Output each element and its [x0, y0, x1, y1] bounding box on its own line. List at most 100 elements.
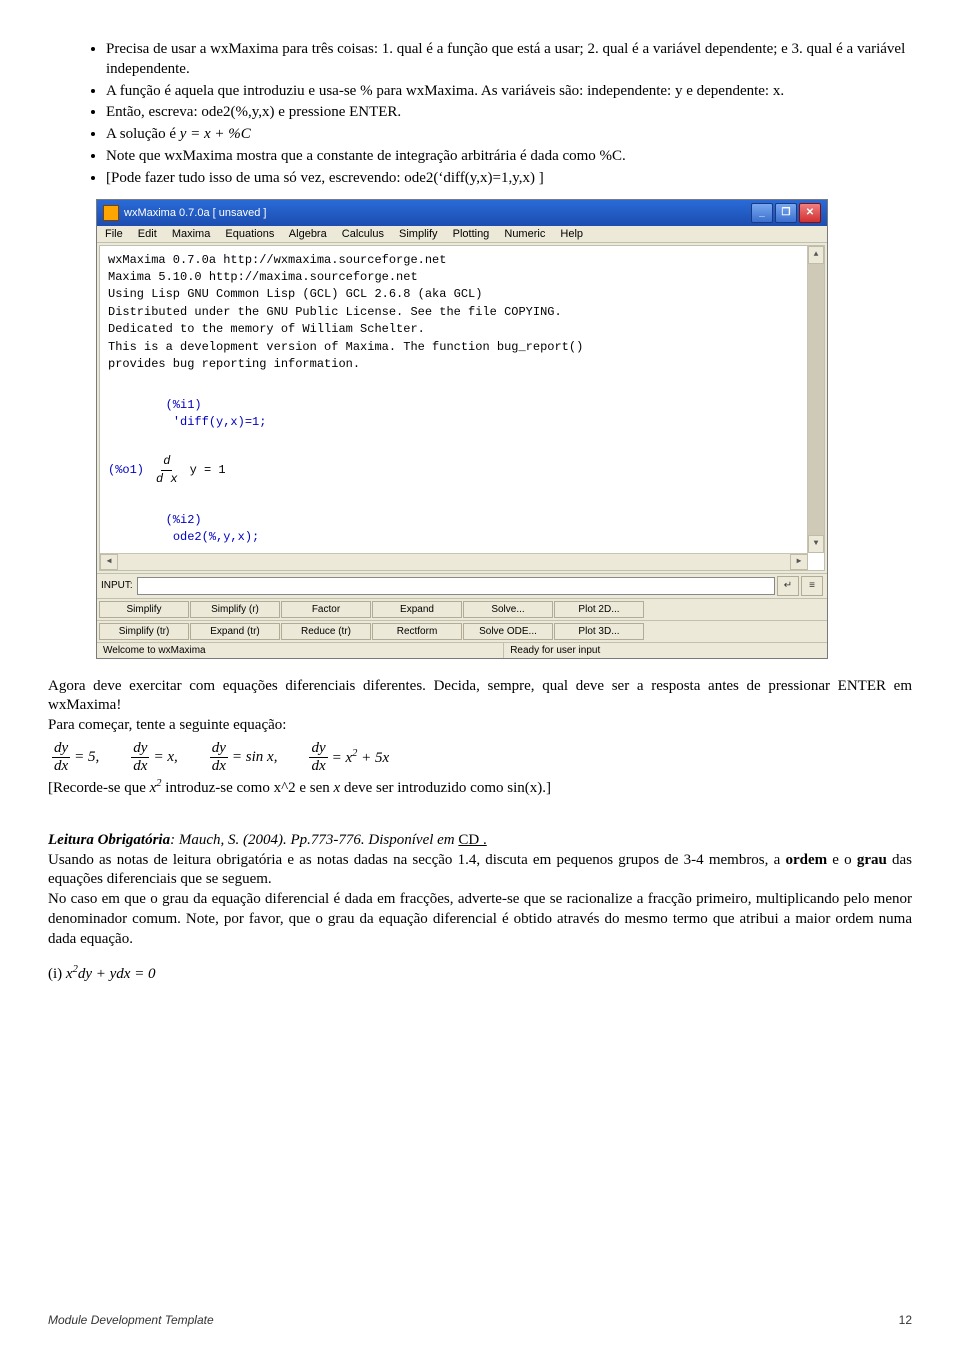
- exercise-i: (i) x2dy + ydx = 0: [48, 964, 912, 983]
- frac-den: dx: [131, 758, 149, 775]
- output-line: Using Lisp GNU Common Lisp (GCL) GCL 2.6…: [108, 286, 816, 303]
- bullet-item: Note que wxMaxima mostra que a constante…: [106, 147, 912, 167]
- text: Agora deve exercitar com equações difere…: [48, 678, 912, 714]
- menu-help[interactable]: Help: [560, 228, 583, 240]
- input-expr: ode2(%,y,x);: [173, 530, 259, 544]
- fraction: d d x: [154, 453, 180, 489]
- frac-num: dy: [309, 740, 327, 758]
- menu-numeric[interactable]: Numeric: [504, 228, 545, 240]
- menu-equations[interactable]: Equations: [225, 228, 274, 240]
- paragraph: [Recorde-se que x2 introduz-se como x^2 …: [48, 777, 912, 799]
- factor-button[interactable]: Factor: [281, 601, 371, 618]
- eq-text: = 5,: [74, 749, 99, 766]
- cd-link: CD .: [458, 832, 486, 848]
- bold-ordem: ordem: [785, 852, 827, 868]
- footer-left: Module Development Template: [48, 1313, 214, 1327]
- prompt-label: (%i2): [166, 513, 202, 527]
- solve-ode-button[interactable]: Solve ODE...: [463, 623, 553, 640]
- menu-algebra[interactable]: Algebra: [289, 228, 327, 240]
- menu-file[interactable]: File: [105, 228, 123, 240]
- status-right: Ready for user input: [504, 643, 827, 658]
- equation-1: dydx = 5,: [52, 740, 99, 775]
- window-title: wxMaxima 0.7.0a [ unsaved ]: [124, 207, 266, 219]
- frac-num: dy: [52, 740, 70, 758]
- text: Para começar, tente a seguinte equação:: [48, 717, 286, 733]
- output-line: provides bug reporting information.: [108, 356, 816, 373]
- bullet-item: [Pode fazer tudo isso de uma só vez, esc…: [106, 169, 912, 189]
- reduce-tr-button[interactable]: Reduce (tr): [281, 623, 371, 640]
- bullet-list: Precisa de usar a wxMaxima para três coi…: [48, 40, 912, 189]
- output-line: This is a development version of Maxima.…: [108, 339, 816, 356]
- output-line: Maxima 5.10.0 http://maxima.sourceforge.…: [108, 269, 816, 286]
- output-line: Dedicated to the memory of William Schel…: [108, 321, 816, 338]
- input-expr: [166, 415, 173, 429]
- frac-num: dy: [210, 740, 228, 758]
- eq-text: = sin x,: [232, 749, 278, 766]
- scroll-up-icon[interactable]: ▲: [808, 246, 824, 264]
- bullet-text: A função é aquela que introduziu e usa-s…: [106, 83, 784, 99]
- scroll-down-icon[interactable]: ▼: [808, 535, 824, 553]
- close-button[interactable]: ✕: [799, 203, 821, 223]
- expand-button[interactable]: Expand: [372, 601, 462, 618]
- minimize-button[interactable]: _: [751, 203, 773, 223]
- input-row: INPUT: ↵ ≡: [97, 573, 827, 598]
- enter-icon[interactable]: ↵: [777, 576, 799, 596]
- page-footer: Module Development Template 12: [48, 1313, 912, 1327]
- scroll-left-icon[interactable]: ◀: [100, 554, 118, 570]
- history-icon[interactable]: ≡: [801, 576, 823, 596]
- fraction-den: d x: [154, 471, 180, 488]
- leitura-label: Leitura Obrigatória: [48, 832, 170, 848]
- output-pane[interactable]: wxMaxima 0.7.0a http://wxmaxima.sourcefo…: [99, 245, 825, 571]
- rectform-button[interactable]: Rectform: [372, 623, 462, 640]
- input-expr: [166, 530, 173, 544]
- bold-grau: grau: [857, 852, 887, 868]
- scroll-thumb[interactable]: [808, 264, 824, 535]
- text: e o: [827, 852, 857, 868]
- menu-plotting[interactable]: Plotting: [453, 228, 490, 240]
- inline-math: x: [334, 780, 341, 796]
- input-expr: 'diff(y,x)=1;: [173, 415, 267, 429]
- menu-edit[interactable]: Edit: [138, 228, 157, 240]
- frac-den: dx: [210, 758, 228, 775]
- inline-math: x2dy + ydx = 0: [66, 966, 156, 982]
- simplify-tr-button[interactable]: Simplify (tr): [99, 623, 189, 640]
- maximize-button[interactable]: ❐: [775, 203, 797, 223]
- button-row-1: Simplify Simplify (r) Factor Expand Solv…: [97, 598, 827, 620]
- output-label: (%o1): [108, 462, 144, 479]
- simplify-r-button[interactable]: Simplify (r): [190, 601, 280, 618]
- exercise-label: (i): [48, 966, 66, 982]
- horizontal-scrollbar[interactable]: ◀ ▶: [100, 553, 808, 570]
- window-titlebar: wxMaxima 0.7.0a [ unsaved ] _ ❐ ✕: [97, 200, 827, 226]
- expand-tr-button[interactable]: Expand (tr): [190, 623, 280, 640]
- simplify-button[interactable]: Simplify: [99, 601, 189, 618]
- bullet-item: Precisa de usar a wxMaxima para três coi…: [106, 40, 912, 80]
- fraction-num: d: [161, 453, 172, 471]
- scroll-track[interactable]: [118, 554, 790, 570]
- text: : Mauch, S. (2004). Pp.773-776. Disponív…: [170, 832, 458, 848]
- prompt-label: (%i1): [166, 398, 202, 412]
- status-bar: Welcome to wxMaxima Ready for user input: [97, 642, 827, 658]
- plot2d-button[interactable]: Plot 2D...: [554, 601, 644, 618]
- plot3d-button[interactable]: Plot 3D...: [554, 623, 644, 640]
- equation-row: dydx = 5, dydx = x, dydx = sin x, dydx =…: [52, 740, 912, 775]
- output-line: Distributed under the GNU Public License…: [108, 304, 816, 321]
- frac-den: dx: [52, 758, 70, 775]
- menu-maxima[interactable]: Maxima: [172, 228, 211, 240]
- solve-button[interactable]: Solve...: [463, 601, 553, 618]
- page-number: 12: [899, 1313, 912, 1327]
- wxmaxima-window: wxMaxima 0.7.0a [ unsaved ] _ ❐ ✕ File E…: [96, 199, 828, 659]
- bullet-item: A solução é y = x + %C: [106, 125, 912, 145]
- text: deve ser introduzido como sin(x).]: [344, 780, 551, 796]
- menu-calculus[interactable]: Calculus: [342, 228, 384, 240]
- vertical-scrollbar[interactable]: ▲ ▼: [807, 246, 824, 553]
- scroll-right-icon[interactable]: ▶: [790, 554, 808, 570]
- eq-text: = x,: [153, 749, 177, 766]
- menu-simplify[interactable]: Simplify: [399, 228, 438, 240]
- text: Usando as notas de leitura obrigatória e…: [48, 852, 785, 868]
- command-input[interactable]: [137, 577, 775, 595]
- bullet-text: A solução é: [106, 126, 180, 142]
- status-left: Welcome to wxMaxima: [97, 643, 504, 658]
- input-label: INPUT:: [101, 580, 133, 591]
- menu-bar: File Edit Maxima Equations Algebra Calcu…: [97, 226, 827, 243]
- text: [Recorde-se que: [48, 780, 150, 796]
